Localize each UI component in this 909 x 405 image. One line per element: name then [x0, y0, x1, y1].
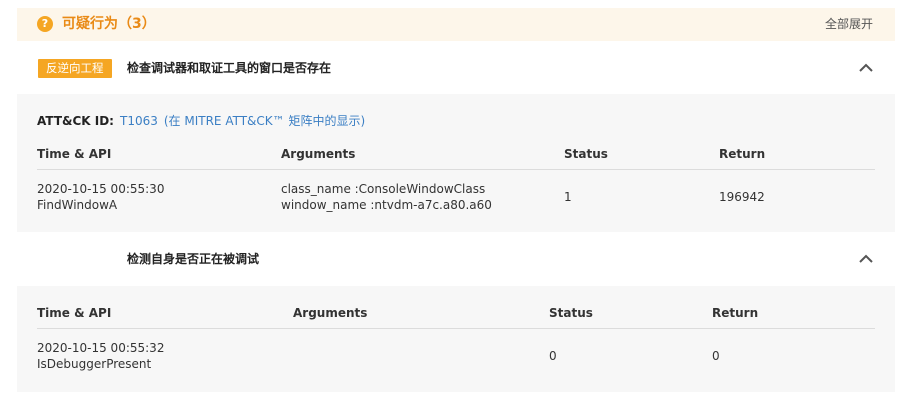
column-header-arguments: Arguments	[281, 147, 356, 161]
table-divider	[37, 169, 875, 170]
behavior-details-panel: ATT&CK ID: T1063 (在 MITRE ATT&CK™ 矩阵中的显示) …	[17, 94, 895, 232]
attck-info: ATT&CK ID: T1063 (在 MITRE ATT&CK™ 矩阵中的显示)	[37, 113, 365, 129]
row-api: IsDebuggerPresent	[37, 357, 152, 371]
chevron-up-icon[interactable]	[857, 59, 875, 77]
attck-matrix-link[interactable]: (在 MITRE ATT&CK™ 矩阵中的显示)	[164, 114, 365, 128]
column-header-arguments: Arguments	[293, 306, 368, 320]
table-divider	[37, 328, 875, 329]
behavior-title: 检测自身是否正在被调试	[127, 252, 260, 266]
row-status: 0	[549, 349, 557, 363]
expand-all-link[interactable]: 全部展开	[825, 16, 873, 32]
suspicious-behavior-title: 可疑行为（3）	[62, 16, 156, 32]
row-status: 1	[564, 190, 572, 204]
suspicious-behavior-header: ? 可疑行为（3） 全部展开	[17, 8, 895, 41]
anti-reverse-engineering-tag: 反逆向工程	[38, 59, 112, 78]
behavior-details-panel: Time & API Arguments Status Return 2020-…	[17, 286, 895, 392]
question-circle-icon: ?	[37, 16, 53, 32]
chevron-up-icon[interactable]	[857, 250, 875, 268]
row-time: 2020-10-15 00:55:32	[37, 341, 165, 355]
behavior-section-debugger-check[interactable]: 检测自身是否正在被调试	[17, 233, 895, 285]
attck-id-link[interactable]: T1063	[120, 114, 158, 128]
row-argument: window_name :ntvdm-a7c.a80.a60	[281, 198, 492, 212]
column-header-status: Status	[549, 306, 593, 320]
row-return: 196942	[719, 190, 765, 204]
behavior-section-anti-debug-window[interactable]: 反逆向工程 检查调试器和取证工具的窗口是否存在	[17, 42, 895, 94]
column-header-time-api: Time & API	[37, 147, 112, 161]
column-header-time-api: Time & API	[37, 306, 112, 320]
row-time: 2020-10-15 00:55:30	[37, 182, 165, 196]
column-header-return: Return	[712, 306, 759, 320]
row-api: FindWindowA	[37, 198, 118, 212]
column-header-return: Return	[719, 147, 766, 161]
row-return: 0	[712, 349, 720, 363]
behavior-title: 检查调试器和取证工具的窗口是否存在	[127, 61, 332, 75]
row-argument: class_name :ConsoleWindowClass	[281, 182, 486, 196]
attck-id-label: ATT&CK ID:	[37, 114, 114, 128]
column-header-status: Status	[564, 147, 608, 161]
